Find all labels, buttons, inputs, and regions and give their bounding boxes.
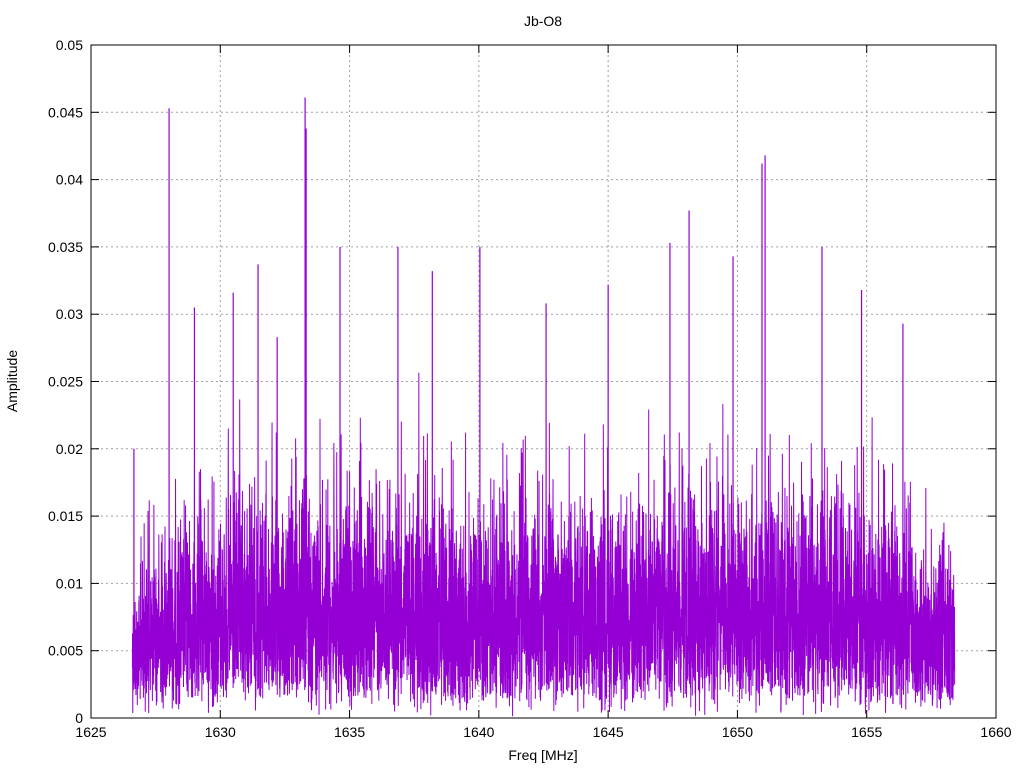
y-tick-label: 0.04 (56, 172, 83, 188)
chart: 1625 1630 1635 1640 1645 1650 1655 1660 0 0.005 0.… (4, 13, 1012, 763)
x-tick-label: 1625 (75, 724, 106, 740)
chart-title: Jb-O8 (524, 13, 562, 29)
x-tick-label: 1630 (205, 724, 236, 740)
y-tick-label: 0.03 (56, 306, 83, 322)
y-tick-label: 0.01 (56, 575, 83, 591)
x-tick-label: 1640 (463, 724, 494, 740)
y-tick-label: 0.045 (48, 104, 83, 120)
x-tick-label: 1645 (593, 724, 624, 740)
x-tick-label: 1655 (851, 724, 882, 740)
y-tick-label: 0.05 (56, 37, 83, 53)
series-line (131, 372, 956, 717)
y-tick-label: 0.005 (48, 643, 83, 659)
plot-area (131, 97, 956, 717)
y-axis-label: Amplitude (4, 350, 20, 412)
x-tick-label: 1650 (722, 724, 753, 740)
y-tick-label: 0 (75, 710, 83, 726)
x-tick-label: 1635 (334, 724, 365, 740)
x-axis-label: Freq [MHz] (508, 747, 577, 763)
x-tick-label: 1660 (980, 724, 1011, 740)
y-tick-label: 0.015 (48, 508, 83, 524)
y-tick-label: 0.035 (48, 239, 83, 255)
y-tick-label: 0.02 (56, 441, 83, 457)
y-tick-label: 0.025 (48, 374, 83, 390)
